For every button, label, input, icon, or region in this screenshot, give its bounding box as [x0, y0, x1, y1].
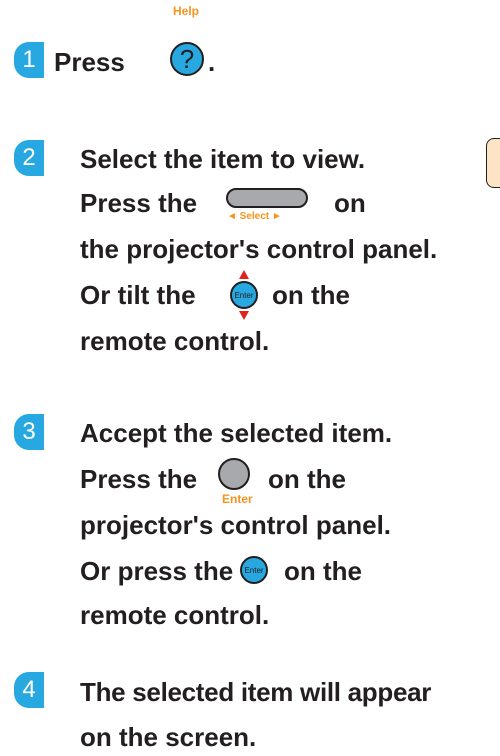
projector-enter-button-icon	[218, 458, 250, 490]
enter-label: Enter	[222, 492, 253, 506]
select-button-icon	[226, 188, 308, 208]
step-3-line-4-end: on the	[284, 556, 362, 586]
step-3-line-4-start: Or press the	[80, 556, 234, 586]
enter-button-icon: Enter	[230, 281, 258, 309]
step-2-line-5: remote control.	[80, 326, 270, 356]
step-2-line-2-start: Press the	[80, 188, 198, 218]
step-number-badge: 3	[14, 414, 44, 450]
side-tab	[486, 138, 500, 188]
step-number-badge: 4	[14, 672, 44, 708]
step-2-line-1: Select the item to view.	[80, 144, 366, 174]
step-1-text: Press	[54, 47, 125, 77]
help-button-icon: ?	[170, 42, 204, 76]
step-3-line-2-start: Press the	[80, 464, 198, 494]
step-1-period: .	[208, 47, 216, 77]
step-2-line-4-start: Or tilt the	[80, 280, 196, 310]
step-3-line-5: remote control.	[80, 600, 270, 630]
step-2-line-4-end: on the	[272, 280, 350, 310]
remote-enter-button-icon: Enter	[240, 556, 268, 584]
step-number-badge: 1	[14, 42, 44, 78]
press-text: Press	[54, 47, 125, 77]
step-3-line-2-end: on the	[268, 464, 346, 494]
step-2-line-3: the projector's control panel.	[80, 234, 438, 264]
step-number-badge: 2	[14, 140, 44, 176]
step-3-line-1: Accept the selected item.	[80, 418, 393, 448]
step-3-line-3: projector's control panel.	[80, 510, 392, 540]
step-4-line-2: on the screen.	[80, 722, 257, 752]
step-4-line-1: The selected item will appear	[80, 677, 432, 707]
select-label: ◄ Select ►	[227, 211, 282, 222]
help-label: Help	[173, 4, 200, 18]
step-2-line-2-end: on	[334, 188, 366, 218]
tilt-enter-icon: Enter	[228, 270, 260, 320]
